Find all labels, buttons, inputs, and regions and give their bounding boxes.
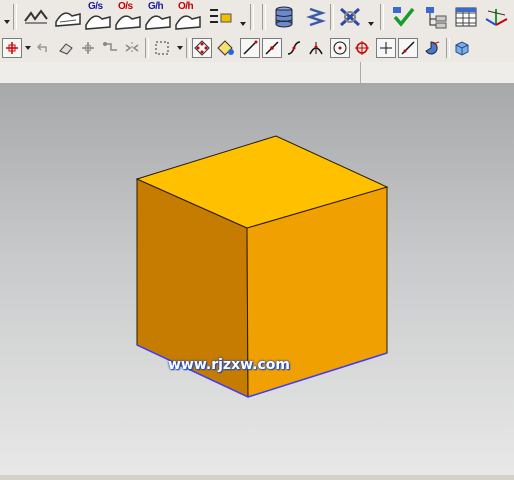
intersection-snap-icon[interactable] xyxy=(306,38,326,58)
generate-hole-icon[interactable]: G/h xyxy=(144,1,172,31)
arc-center-icon[interactable] xyxy=(330,38,350,58)
toolbar-separator xyxy=(13,4,17,30)
pie-snap-icon[interactable] xyxy=(422,38,442,58)
watermark: www.rjzxw.com xyxy=(168,357,290,373)
select-box-icon[interactable] xyxy=(152,38,172,58)
machining-wave-icon[interactable] xyxy=(22,3,50,31)
undo-icon[interactable] xyxy=(32,38,52,58)
output-surface-icon[interactable]: O/s xyxy=(114,1,142,31)
gh-label: G/h xyxy=(148,1,164,12)
bar-divider xyxy=(360,62,361,83)
toolbar-separator xyxy=(250,4,254,30)
transform-icon[interactable] xyxy=(100,38,120,58)
perpendicular-snap-icon[interactable] xyxy=(398,38,418,58)
curve-snap-icon[interactable] xyxy=(284,38,304,58)
toolbar-separator xyxy=(330,4,334,30)
snap-dropdown[interactable] xyxy=(25,46,31,50)
center-snap-icon[interactable] xyxy=(216,38,236,58)
output-hole-icon[interactable]: O/h xyxy=(174,1,202,31)
toolbar-separator xyxy=(262,4,266,30)
operation-tree-icon[interactable] xyxy=(422,3,450,31)
cube-model[interactable] xyxy=(0,83,514,475)
solid-box-icon[interactable] xyxy=(452,38,472,58)
verify-dropdown[interactable] xyxy=(368,22,374,26)
nearest-snap-icon[interactable] xyxy=(376,38,396,58)
tool-list-dropdown[interactable] xyxy=(240,22,246,26)
select-dropdown[interactable] xyxy=(177,46,183,50)
mirror-icon[interactable] xyxy=(122,38,142,58)
surface-shape-icon[interactable] xyxy=(54,3,82,31)
spreadsheet-icon[interactable] xyxy=(452,3,480,31)
line-endpoint-icon[interactable] xyxy=(240,38,260,58)
secondary-bar xyxy=(0,62,514,84)
move-icon[interactable] xyxy=(78,38,98,58)
gs-label: G/s xyxy=(88,1,103,12)
toolbar-separator xyxy=(380,4,384,30)
grid-snap-icon[interactable] xyxy=(192,38,212,58)
generate-surface-icon[interactable]: G/s xyxy=(84,1,112,31)
toolbar-overflow-dropdown[interactable] xyxy=(4,20,10,24)
tool-list-icon[interactable] xyxy=(206,3,234,31)
toolbar-separator xyxy=(145,38,149,58)
check-mark-icon[interactable] xyxy=(390,3,418,31)
main-toolbar: G/s O/s G/h O/h xyxy=(0,0,514,35)
quadrant-snap-icon[interactable] xyxy=(352,38,372,58)
line-midpoint-icon[interactable] xyxy=(262,38,282,58)
point-snap-icon[interactable] xyxy=(2,38,22,58)
spring-icon[interactable] xyxy=(302,3,330,31)
snap-toolbar xyxy=(0,34,514,63)
eraser-icon[interactable] xyxy=(56,38,76,58)
toolbar-separator xyxy=(186,38,190,58)
graphics-viewport[interactable]: www.rjzxw.com xyxy=(0,83,514,475)
os-label: O/s xyxy=(118,1,133,12)
database-icon[interactable] xyxy=(270,3,298,31)
oh-label: O/h xyxy=(178,1,194,12)
tool-path-verify-icon[interactable] xyxy=(336,3,364,31)
coordinate-system-icon[interactable] xyxy=(482,3,510,31)
toolbar-separator xyxy=(446,38,450,58)
